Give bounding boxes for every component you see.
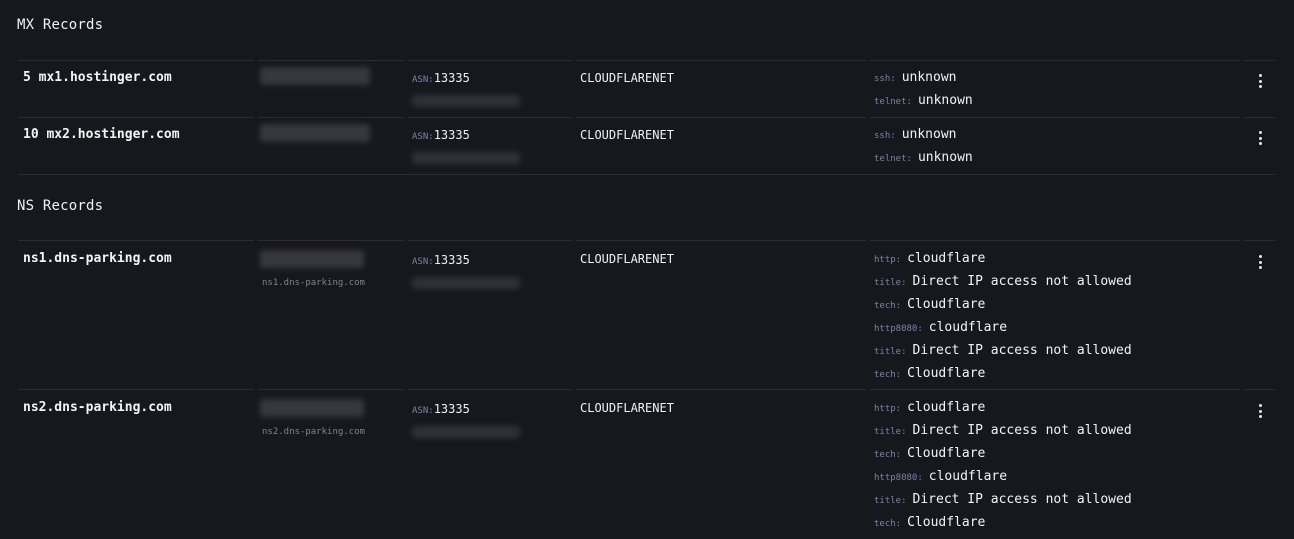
service-line: http: cloudflare [874,400,986,415]
redacted-ip [260,250,364,268]
service-line: title: Direct IP access not allowed [874,423,1132,438]
org-name: CLOUDFLARENET [580,128,674,142]
service-line: http: cloudflare [874,251,986,266]
service-line: tech: Cloudflare [874,446,986,461]
redacted-ip [260,399,364,417]
row-divider [18,174,1275,175]
service-line: ssh: unknown [874,70,957,85]
service-line: tech: Cloudflare [874,366,986,381]
service-line: telnet: unknown [874,93,973,108]
service-line: telnet: unknown [874,150,973,165]
service-line: title: Direct IP access not allowed [874,343,1132,358]
service-line: ssh: unknown [874,127,957,142]
service-line: title: Direct IP access not allowed [874,274,1132,289]
org-name: CLOUDFLARENET [580,252,674,266]
asn-value: ASN:13335 [412,253,470,267]
redacted-asn-detail [412,426,520,438]
table-row: 10 mx2.hostinger.com ASN:13335 CLOUDFLAR… [18,117,1275,175]
service-line: http8080: cloudflare [874,469,1008,484]
redacted-ip [260,67,370,85]
service-line: tech: Cloudflare [874,297,986,312]
table-row: ns2.dns-parking.com ns2.dns-parking.com … [18,389,1275,539]
mx-records-title: MX Records [17,17,104,33]
mx-hostname: 5 mx1.hostinger.com [23,70,172,85]
ns-hostname: ns1.dns-parking.com [23,251,172,266]
org-name: CLOUDFLARENET [580,401,674,415]
redacted-asn-detail [412,152,520,164]
ns-records-title: NS Records [17,198,104,214]
row-divider [18,389,1275,390]
row-divider [18,60,1275,61]
row-divider [18,240,1275,241]
table-row: ns1.dns-parking.com ns1.dns-parking.com … [18,240,1275,389]
kebab-icon[interactable] [1254,253,1266,271]
service-line: title: Direct IP access not allowed [874,492,1132,507]
redacted-ip [260,124,370,142]
service-line: http8080: cloudflare [874,320,1008,335]
table-row: 5 mx1.hostinger.com ASN:13335 CLOUDFLARE… [18,60,1275,117]
asn-value: ASN:13335 [412,128,470,142]
mx-hostname: 10 mx2.hostinger.com [23,127,180,142]
ptr-record: ns2.dns-parking.com [262,427,365,437]
org-name: CLOUDFLARENET [580,71,674,85]
asn-value: ASN:13335 [412,402,470,416]
kebab-icon[interactable] [1254,402,1266,420]
asn-value: ASN:13335 [412,71,470,85]
row-divider [18,117,1275,118]
redacted-asn-detail [412,95,520,107]
redacted-asn-detail [412,277,520,289]
ns-hostname: ns2.dns-parking.com [23,400,172,415]
ptr-record: ns1.dns-parking.com [262,278,365,288]
kebab-icon[interactable] [1254,72,1266,90]
service-line: tech: Cloudflare [874,515,986,530]
kebab-icon[interactable] [1254,129,1266,147]
